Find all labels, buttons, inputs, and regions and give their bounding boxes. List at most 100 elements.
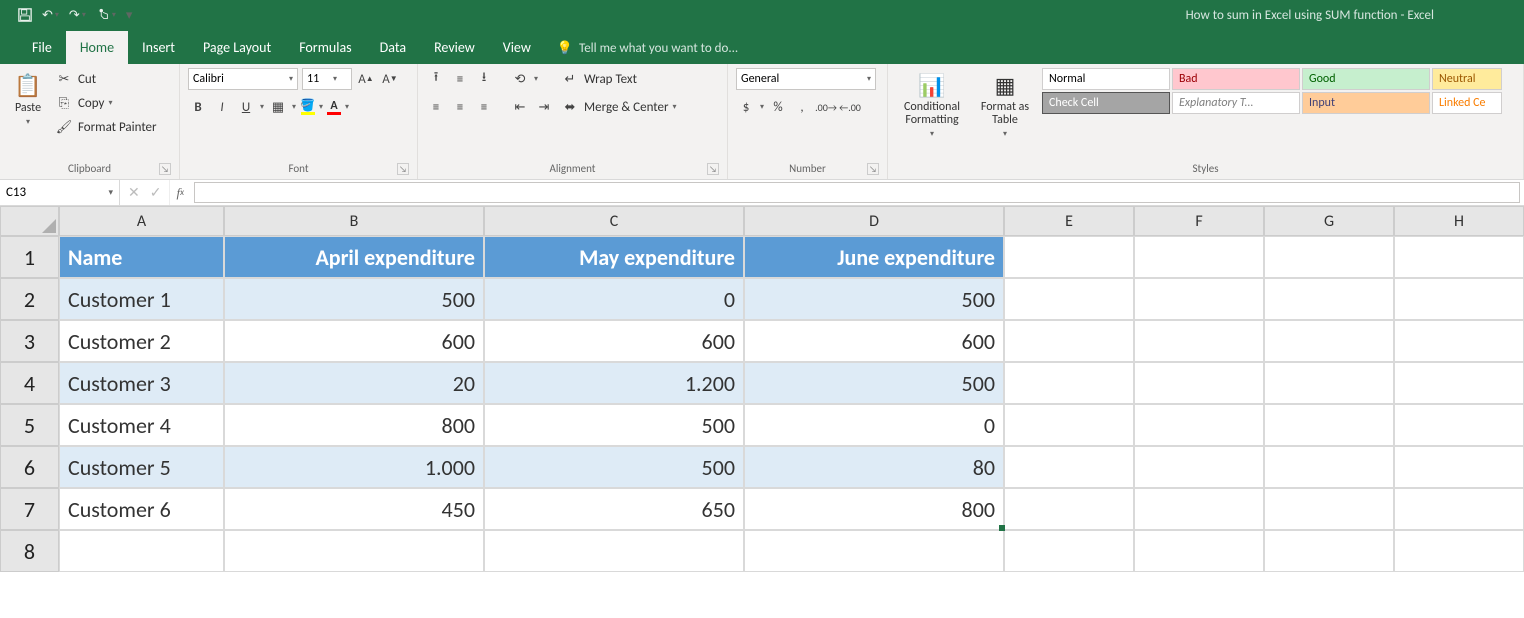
cell-A1[interactable]: Name — [59, 236, 224, 278]
tab-page-layout[interactable]: Page Layout — [189, 31, 285, 64]
formula-input[interactable] — [194, 182, 1520, 203]
align-left-icon[interactable]: ≡ — [426, 97, 446, 117]
cell-H7[interactable] — [1394, 488, 1524, 530]
cell-E2[interactable] — [1004, 278, 1134, 320]
cell-D4[interactable]: 500 — [744, 362, 1004, 404]
cell-B5[interactable]: 800 — [224, 404, 484, 446]
cell-C7[interactable]: 650 — [484, 488, 744, 530]
cell-D8[interactable] — [744, 530, 1004, 572]
col-header-E[interactable]: E — [1004, 206, 1134, 236]
cell-B4[interactable]: 20 — [224, 362, 484, 404]
cell-C6[interactable]: 500 — [484, 446, 744, 488]
percent-format-icon[interactable]: % — [768, 97, 788, 117]
font-name-combo[interactable]: ▾ — [188, 68, 298, 90]
cell-G5[interactable] — [1264, 404, 1394, 446]
cell-B3[interactable]: 600 — [224, 320, 484, 362]
row-header-7[interactable]: 7 — [0, 488, 59, 530]
style-normal[interactable]: Normal — [1042, 68, 1170, 90]
col-header-G[interactable]: G — [1264, 206, 1394, 236]
select-all-corner[interactable] — [0, 206, 59, 236]
cell-G7[interactable] — [1264, 488, 1394, 530]
cell-H6[interactable] — [1394, 446, 1524, 488]
cell-A4[interactable]: Customer 3 — [59, 362, 224, 404]
row-header-6[interactable]: 6 — [0, 446, 59, 488]
cell-F5[interactable] — [1134, 404, 1264, 446]
cell-C8[interactable] — [484, 530, 744, 572]
col-header-C[interactable]: C — [484, 206, 744, 236]
cell-D7[interactable]: 800 — [744, 488, 1004, 530]
increase-indent-icon[interactable]: ⇥ — [534, 97, 554, 117]
row-header-1[interactable]: 1 — [0, 236, 59, 278]
cell-G4[interactable] — [1264, 362, 1394, 404]
cell-A7[interactable]: Customer 6 — [59, 488, 224, 530]
conditional-formatting-button[interactable]: 📊 Conditional Formatting ▾ — [896, 68, 968, 143]
tab-formulas[interactable]: Formulas — [285, 31, 365, 64]
accounting-format-icon[interactable]: $ — [736, 97, 756, 117]
cell-E1[interactable] — [1004, 236, 1134, 278]
col-header-F[interactable]: F — [1134, 206, 1264, 236]
cell-H5[interactable] — [1394, 404, 1524, 446]
cell-G8[interactable] — [1264, 530, 1394, 572]
cell-C1[interactable]: May expenditure — [484, 236, 744, 278]
wrap-text-button[interactable]: ↵ Wrap Text — [560, 68, 677, 90]
cell-G6[interactable] — [1264, 446, 1394, 488]
style-good[interactable]: Good — [1302, 68, 1430, 90]
underline-button[interactable]: U — [236, 97, 256, 117]
name-box-dropdown-icon[interactable]: ▾ — [108, 187, 113, 198]
merge-center-button[interactable]: ⬌ Merge & Center ▾ — [560, 96, 677, 118]
decrease-indent-icon[interactable]: ⇤ — [510, 97, 530, 117]
clipboard-launcher-icon[interactable]: ↘ — [159, 163, 171, 175]
cell-D5[interactable]: 0 — [744, 404, 1004, 446]
orientation-icon[interactable]: ⟲ — [510, 69, 530, 89]
cut-button[interactable]: ✂ Cut — [54, 68, 157, 90]
col-header-B[interactable]: B — [224, 206, 484, 236]
fill-color-button[interactable]: 🪣 — [300, 100, 315, 115]
cancel-formula-icon[interactable]: ✕ — [128, 184, 140, 201]
style-input[interactable]: Input — [1302, 92, 1430, 114]
cell-E3[interactable] — [1004, 320, 1134, 362]
paste-button[interactable]: 📋 Paste ▾ — [8, 68, 48, 131]
cell-E4[interactable] — [1004, 362, 1134, 404]
font-size-combo[interactable]: ▾ — [302, 68, 352, 90]
row-header-5[interactable]: 5 — [0, 404, 59, 446]
fx-icon[interactable]: fx — [170, 180, 190, 205]
cell-B8[interactable] — [224, 530, 484, 572]
redo-icon[interactable]: ↷ ▾ — [69, 8, 86, 23]
cell-C2[interactable]: 0 — [484, 278, 744, 320]
cell-A3[interactable]: Customer 2 — [59, 320, 224, 362]
align-right-icon[interactable]: ≡ — [474, 97, 494, 117]
cell-C3[interactable]: 600 — [484, 320, 744, 362]
cell-D3[interactable]: 600 — [744, 320, 1004, 362]
cell-H2[interactable] — [1394, 278, 1524, 320]
col-header-A[interactable]: A — [59, 206, 224, 236]
increase-font-icon[interactable]: A▲ — [356, 69, 376, 89]
decrease-font-icon[interactable]: A▼ — [380, 69, 400, 89]
cell-H8[interactable] — [1394, 530, 1524, 572]
cell-B1[interactable]: April expenditure — [224, 236, 484, 278]
undo-icon[interactable]: ↶ ▾ — [42, 8, 59, 23]
enter-formula-icon[interactable]: ✓ — [150, 184, 162, 201]
cell-F6[interactable] — [1134, 446, 1264, 488]
cell-E7[interactable] — [1004, 488, 1134, 530]
number-launcher-icon[interactable]: ↘ — [867, 163, 879, 175]
cell-H3[interactable] — [1394, 320, 1524, 362]
cell-A6[interactable]: Customer 5 — [59, 446, 224, 488]
tab-file[interactable]: File — [18, 31, 66, 64]
font-launcher-icon[interactable]: ↘ — [397, 163, 409, 175]
copy-button[interactable]: ⎘ Copy ▾ — [54, 92, 157, 114]
cell-A5[interactable]: Customer 4 — [59, 404, 224, 446]
align-top-icon[interactable]: ⭱ — [426, 69, 446, 89]
cell-C4[interactable]: 1.200 — [484, 362, 744, 404]
border-button[interactable]: ▦ — [268, 97, 288, 117]
tab-home[interactable]: Home — [66, 31, 128, 64]
tab-review[interactable]: Review — [420, 31, 489, 64]
cell-E8[interactable] — [1004, 530, 1134, 572]
bold-button[interactable]: B — [188, 97, 208, 117]
style-linked-cell[interactable]: Linked Ce — [1432, 92, 1502, 114]
cell-C5[interactable]: 500 — [484, 404, 744, 446]
style-check-cell[interactable]: Check Cell — [1042, 92, 1170, 114]
spreadsheet-grid[interactable]: ABCDEFGH1NameApril expenditureMay expend… — [0, 206, 1524, 572]
cell-B7[interactable]: 450 — [224, 488, 484, 530]
align-middle-icon[interactable]: ≡ — [450, 69, 470, 89]
style-bad[interactable]: Bad — [1172, 68, 1300, 90]
